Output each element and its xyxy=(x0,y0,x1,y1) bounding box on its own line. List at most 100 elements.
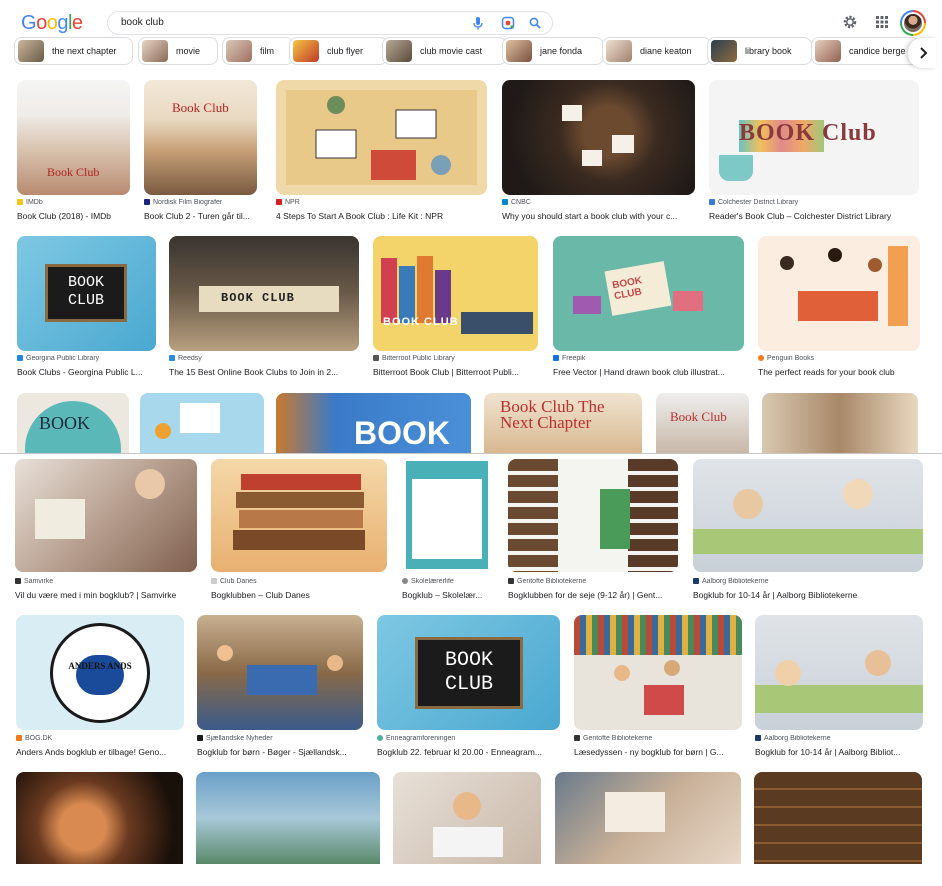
result-thumbnail[interactable] xyxy=(15,459,197,572)
result-source[interactable]: Gentofte Bibliotekerne xyxy=(508,578,586,585)
result-thumbnail[interactable] xyxy=(402,459,492,572)
microphone-icon[interactable] xyxy=(471,16,485,30)
chip-club-flyer[interactable]: club flyer xyxy=(289,37,388,65)
result-source[interactable]: Colchester District Library xyxy=(709,199,798,206)
result-thumbnail[interactable] xyxy=(508,459,678,572)
chip-club-movie-cast[interactable]: club movie cast xyxy=(382,37,507,65)
apps-grid-icon[interactable] xyxy=(875,11,889,33)
result-thumbnail[interactable]: BOOK CLUB xyxy=(377,615,560,730)
thumbnail-text: BOOK xyxy=(39,413,91,433)
result-thumbnail[interactable] xyxy=(754,772,922,864)
result-thumbnail[interactable]: BOOK xyxy=(17,393,129,453)
result-thumbnail[interactable] xyxy=(140,393,264,453)
result-thumbnail[interactable] xyxy=(693,459,923,572)
result-thumbnail[interactable] xyxy=(276,80,487,195)
chips-next-button[interactable] xyxy=(908,38,936,68)
result-title[interactable]: 4 Steps To Start A Book Club : Life Kit … xyxy=(276,211,487,221)
result-title[interactable]: Book Club 2 - Turen går til... xyxy=(144,211,257,221)
result-thumbnail[interactable]: ANDERS ANDS BOGKLUB xyxy=(16,615,184,730)
chip-thumbnail xyxy=(142,40,168,62)
result-source[interactable]: Club Danes xyxy=(211,578,257,585)
result-thumbnail[interactable]: BOOK xyxy=(276,393,471,453)
result-thumbnail[interactable]: BOOK CLUB xyxy=(17,236,156,351)
result-title[interactable]: Bogklubben for de seje (9-12 år) | Gent.… xyxy=(508,590,678,600)
result-title[interactable]: Bogklub for børn - Bøger - Sjællandsk... xyxy=(197,747,363,757)
result-source[interactable]: Bitterroot Public Library xyxy=(373,355,455,362)
result-source[interactable]: Gentofte Bibliotekerne xyxy=(574,735,652,742)
chip-library-book[interactable]: library book xyxy=(707,37,812,65)
chip-thumbnail xyxy=(506,40,532,62)
result-title[interactable]: Book Club (2018) - IMDb xyxy=(17,211,130,221)
result-title[interactable]: Book Clubs - Georgina Public L... xyxy=(17,367,156,377)
google-logo[interactable]: Google xyxy=(21,12,83,35)
lens-icon[interactable] xyxy=(501,16,515,30)
chip-label: candice berge xyxy=(849,46,906,56)
result-source[interactable]: Nordisk Film Biografer xyxy=(144,199,222,206)
chip-film[interactable]: film xyxy=(222,37,294,65)
result-thumbnail[interactable] xyxy=(762,393,918,453)
result-thumbnail[interactable] xyxy=(393,772,541,864)
result-thumbnail[interactable] xyxy=(758,236,920,351)
result-thumbnail[interactable]: BOOK Club xyxy=(709,80,919,195)
result-thumbnail[interactable]: BOOK CLUB xyxy=(373,236,538,351)
result-thumbnail[interactable] xyxy=(755,615,923,730)
result-thumbnail[interactable]: Book Club xyxy=(17,80,130,195)
result-thumbnail[interactable]: Book Club xyxy=(144,80,257,195)
search-icon[interactable] xyxy=(528,16,542,30)
result-source[interactable]: IMDb xyxy=(17,199,43,206)
result-title[interactable]: The perfect reads for your book club xyxy=(758,367,920,377)
result-thumbnail[interactable] xyxy=(16,772,183,864)
chip-diane-keaton[interactable]: diane keaton xyxy=(602,37,711,65)
result-title[interactable]: Vil du være med i min bogklub? | Samvirk… xyxy=(15,590,197,600)
result-source[interactable]: Penguin Books xyxy=(758,355,814,362)
result-thumbnail[interactable] xyxy=(197,615,363,730)
result-source[interactable]: Skolelærerlife xyxy=(402,578,454,585)
chip-candice-bergen[interactable]: candice berge xyxy=(811,37,920,65)
result-source[interactable]: Georgina Public Library xyxy=(17,355,99,362)
result-source[interactable]: NPR xyxy=(276,199,300,206)
result-thumbnail[interactable] xyxy=(196,772,380,864)
thumbnail-text: ANDERS ANDS BOGKLUB xyxy=(68,661,132,671)
result-source[interactable]: Freepik xyxy=(553,355,585,362)
avatar[interactable] xyxy=(900,10,926,36)
chip-the-next-chapter[interactable]: the next chapter xyxy=(14,37,133,65)
result-source[interactable]: Sjællandske Nyheder xyxy=(197,735,273,742)
search-input[interactable]: book club xyxy=(121,17,164,28)
result-source[interactable]: Reedsy xyxy=(169,355,202,362)
result-title[interactable]: Bogklub – Skolelær... xyxy=(402,590,492,600)
result-thumbnail[interactable] xyxy=(502,80,695,195)
result-thumbnail[interactable]: BOOK CLUB xyxy=(553,236,744,351)
result-source[interactable]: Aalborg Bibliotekerne xyxy=(693,578,769,585)
result-title[interactable]: Free Vector | Hand drawn book club illus… xyxy=(553,367,744,377)
chip-movie[interactable]: movie xyxy=(138,37,218,65)
result-thumbnail[interactable] xyxy=(574,615,742,730)
chip-thumbnail xyxy=(226,40,252,62)
result-title[interactable]: Bogklub 22. februar kl 20.00 - Enneagram… xyxy=(377,747,560,757)
result-thumbnail[interactable] xyxy=(555,772,741,864)
result-title[interactable]: Bogklub for 10-14 år | Aalborg Bibliotek… xyxy=(693,590,923,600)
result-source[interactable]: Aalborg Bibliotekerne xyxy=(755,735,831,742)
result-source[interactable]: Samvirke xyxy=(15,578,53,585)
result-title[interactable]: Bitterroot Book Club | Bitterroot Publi.… xyxy=(373,367,538,377)
result-title[interactable]: Bogklubben – Club Danes xyxy=(211,590,387,600)
result-source[interactable]: BOG.DK xyxy=(16,735,52,742)
chip-thumbnail xyxy=(606,40,632,62)
result-title[interactable]: Læsedyssen - ny bogklub for børn | G... xyxy=(574,747,742,757)
chip-label: library book xyxy=(745,46,792,56)
result-thumbnail[interactable]: Book Club xyxy=(656,393,749,453)
search-box[interactable]: book club xyxy=(107,11,553,35)
result-title[interactable]: Anders Ands bogklub er tilbage! Geno... xyxy=(16,747,184,757)
result-source[interactable]: CNBC xyxy=(502,199,531,206)
gear-icon[interactable] xyxy=(842,11,858,33)
result-title[interactable]: Reader's Book Club – Colchester District… xyxy=(709,211,919,221)
result-source[interactable]: Enneagramforeningen xyxy=(377,735,455,742)
result-title[interactable]: Why you should start a book club with yo… xyxy=(502,211,695,221)
chip-label: jane fonda xyxy=(540,46,583,56)
result-thumbnail[interactable]: Book Club The Next Chapter xyxy=(484,393,642,453)
result-title[interactable]: The 15 Best Online Book Clubs to Join in… xyxy=(169,367,359,377)
result-thumbnail[interactable] xyxy=(211,459,387,572)
chip-jane-fonda[interactable]: jane fonda xyxy=(502,37,604,65)
chip-thumbnail xyxy=(386,40,412,62)
result-thumbnail[interactable]: BOOK CLUB xyxy=(169,236,359,351)
result-title[interactable]: Bogklub for 10-14 år | Aalborg Bibliot..… xyxy=(755,747,923,757)
